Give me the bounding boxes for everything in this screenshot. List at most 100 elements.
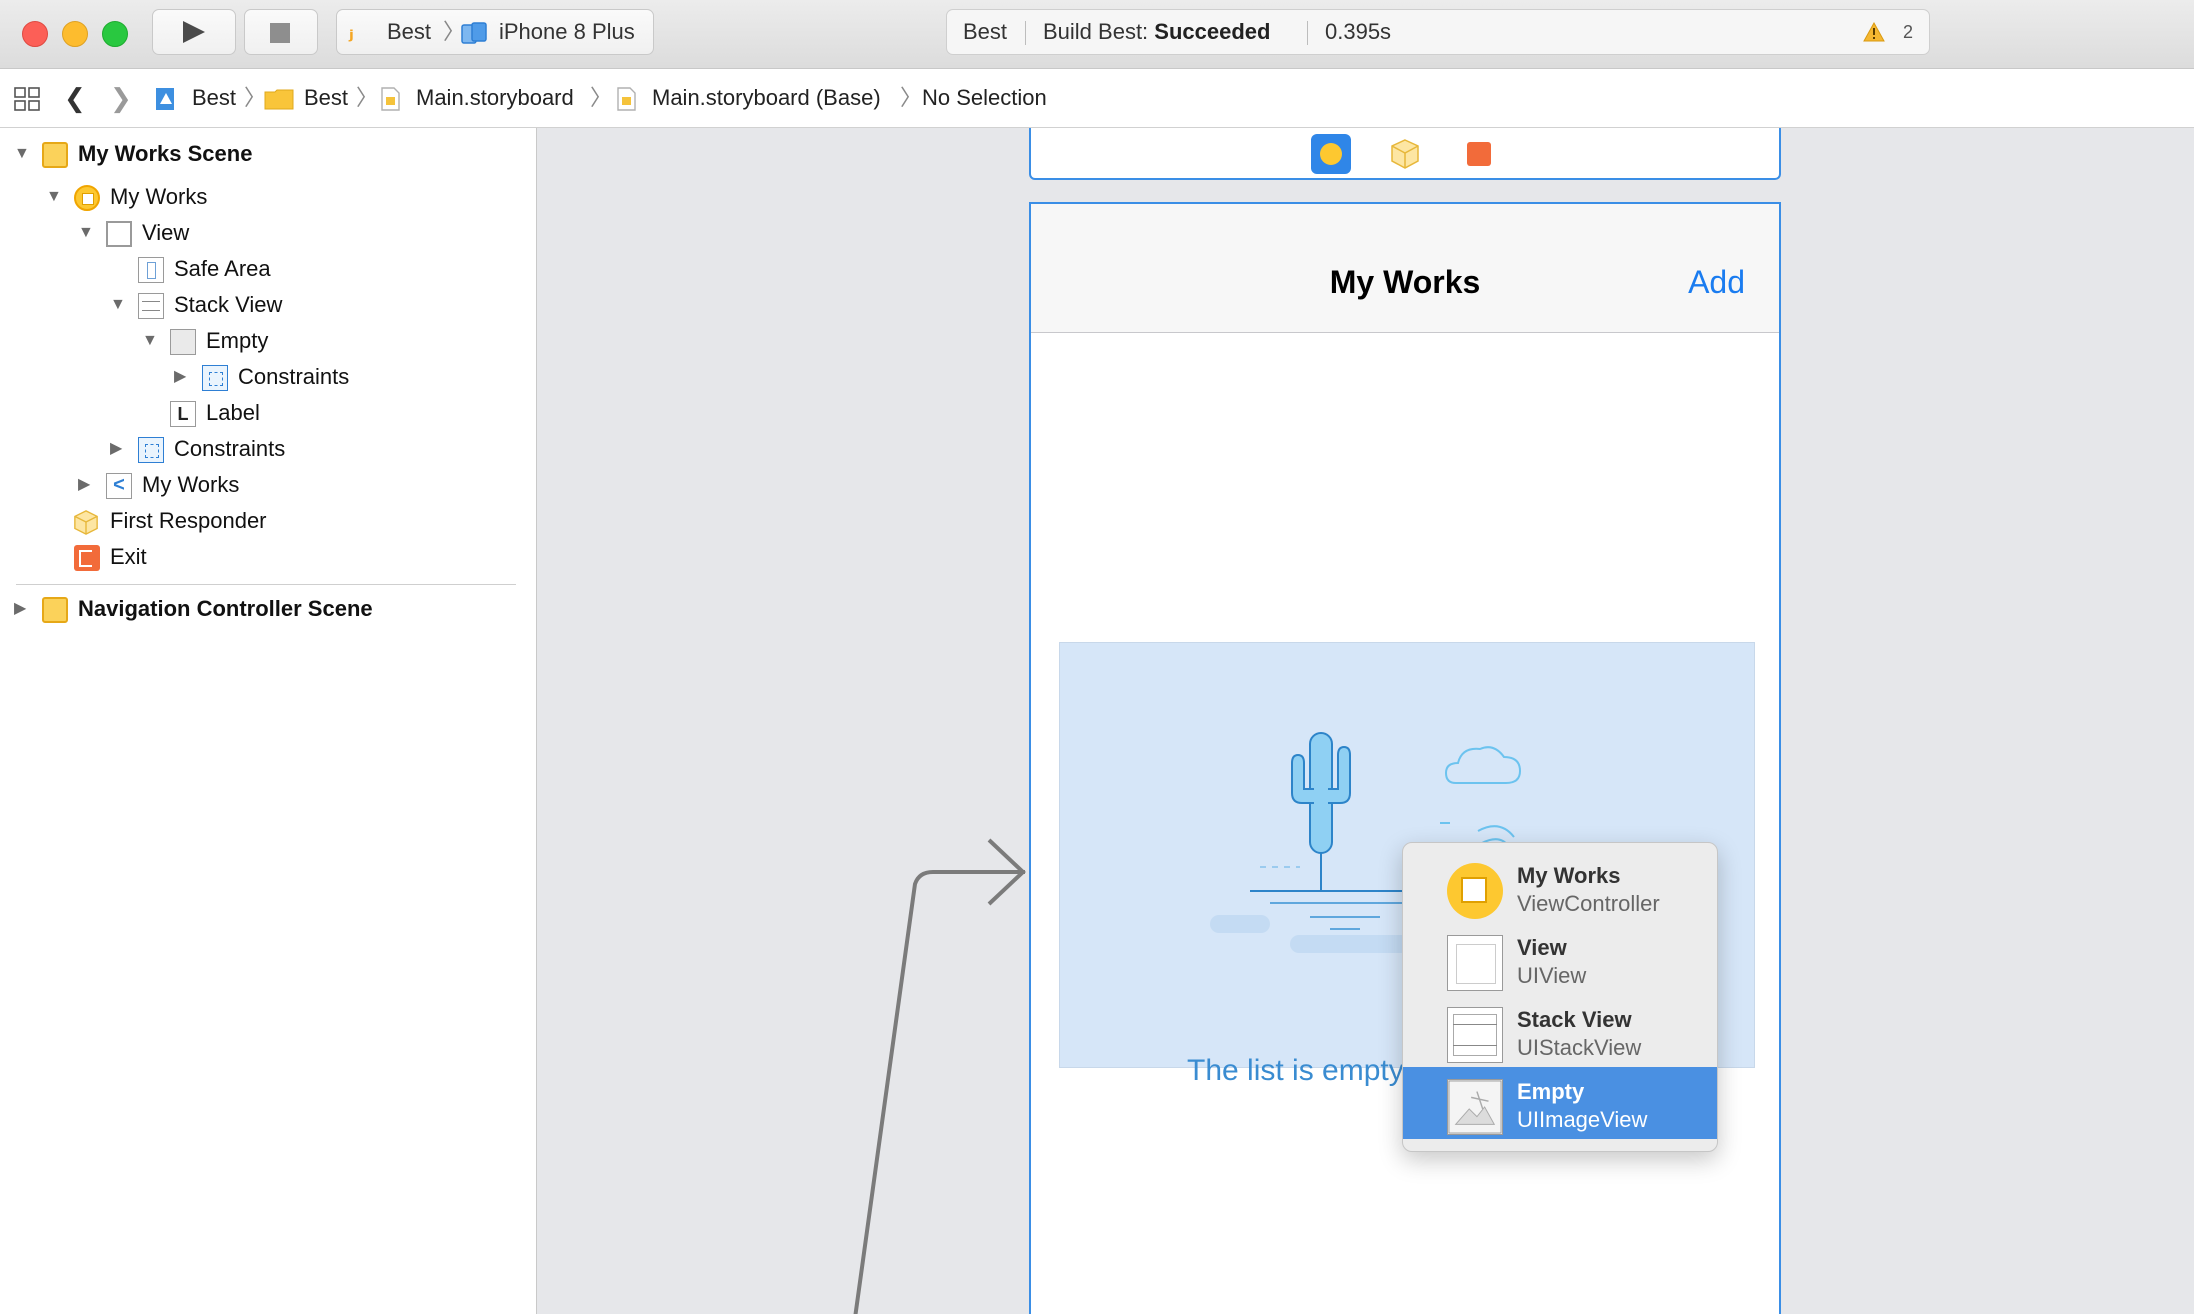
breadcrumb-selection[interactable]: No Selection <box>922 69 1047 127</box>
empty-list-label[interactable]: The list is empty <box>1187 1054 1404 1088</box>
exit-icon[interactable] <box>1459 134 1499 174</box>
disclosure-closed-icon[interactable]: ▶ <box>174 360 194 394</box>
outline-item-label: My Works Scene <box>78 141 253 166</box>
outline-item-label: My Works <box>110 184 208 209</box>
minimize-window-button[interactable] <box>62 21 88 47</box>
stop-icon <box>270 23 290 43</box>
chevron-right-icon: 〉 <box>590 85 613 110</box>
title-bar: ⱼ Best 〉 iPhone 8 Plus Best Build Best: … <box>0 0 2194 69</box>
outline-item-label: First Responder <box>110 508 267 533</box>
activity-viewer: Best Build Best: Succeeded 0.395s 2 <box>946 9 1930 55</box>
constraints-icon <box>138 437 164 463</box>
divider <box>16 584 516 585</box>
image-view-icon <box>170 329 196 355</box>
navigation-item-icon: < <box>106 473 132 499</box>
zoom-window-button[interactable] <box>102 21 128 47</box>
element-selection-popup: My Works ViewController View UIView Stac… <box>1402 842 1718 1152</box>
warning-icon[interactable] <box>1863 22 1885 42</box>
outline-item-label: Safe Area <box>174 256 271 281</box>
jump-bar: ❮ ❯ Best 〉 Best 〉 Main.storyboard 〉 Main… <box>0 69 2194 128</box>
popup-item-stack-view[interactable]: Stack View UIStackView <box>1403 995 1717 1067</box>
outline-item-label: Stack View <box>174 292 283 317</box>
divider <box>1307 21 1308 45</box>
scheme-name[interactable]: Best <box>387 10 431 54</box>
disclosure-closed-icon[interactable]: ▶ <box>110 432 130 466</box>
document-outline: ▼ My Works Scene ▼ My Works ▼ View Safe … <box>0 128 537 1314</box>
build-status-result: Succeeded <box>1154 19 1271 44</box>
view-icon <box>1447 935 1503 991</box>
first-responder-icon <box>74 510 98 535</box>
breadcrumb-folder[interactable]: Best <box>304 69 348 127</box>
scheme-selector[interactable]: ⱼ Best 〉 iPhone 8 Plus <box>336 9 654 55</box>
app-scheme-icon: ⱼ <box>349 19 354 44</box>
image-view-icon <box>1447 1079 1503 1135</box>
chevron-right-icon: 〉 <box>356 85 379 110</box>
constraints-icon <box>202 365 228 391</box>
chevron-right-icon: 〉 <box>900 85 923 110</box>
disclosure-open-icon[interactable]: ▼ <box>46 180 66 214</box>
build-time: 0.395s <box>1325 19 1392 44</box>
build-status-prefix: Build Best: <box>1043 19 1155 44</box>
scene-dock <box>1029 128 1781 180</box>
outline-item-label: Constraints <box>174 436 286 461</box>
popup-item-type: ViewController <box>1517 891 1660 916</box>
popup-item-view[interactable]: View UIView <box>1403 923 1717 995</box>
disclosure-closed-icon[interactable]: ▶ <box>14 592 34 626</box>
breadcrumb-project[interactable]: Best <box>192 69 236 127</box>
storyboard-canvas[interactable]: My Works Add The list is empty <box>537 128 2194 1314</box>
run-button[interactable] <box>152 9 236 55</box>
popup-item-type: UIImageView <box>1517 1107 1648 1132</box>
stop-button[interactable] <box>244 9 318 55</box>
device-name[interactable]: iPhone 8 Plus <box>499 10 635 54</box>
outline-item-label: Navigation Controller Scene <box>78 596 373 621</box>
device-icon <box>461 22 487 44</box>
navigation-bar: My Works Add <box>1031 204 1779 333</box>
view-controller-icon <box>74 185 100 211</box>
forward-arrow-icon[interactable]: ❯ <box>110 85 132 111</box>
outline-item-label: Empty <box>206 328 269 353</box>
first-responder-icon[interactable] <box>1385 134 1425 174</box>
nav-title: My Works <box>1329 264 1481 300</box>
scene-icon <box>42 142 68 168</box>
popup-item-name: Stack View <box>1517 1007 1632 1032</box>
popup-item-name: My Works <box>1517 863 1621 888</box>
play-icon <box>183 21 205 43</box>
disclosure-open-icon[interactable]: ▼ <box>142 324 162 358</box>
popup-item-view-controller[interactable]: My Works ViewController <box>1403 851 1717 923</box>
disclosure-open-icon[interactable]: ▼ <box>14 137 34 171</box>
view-controller-icon <box>1447 863 1503 919</box>
view-controller-icon[interactable] <box>1311 134 1351 174</box>
popup-item-type: UIStackView <box>1517 1035 1642 1060</box>
folder-icon <box>264 89 294 110</box>
view-icon <box>106 221 132 247</box>
scene-icon <box>42 597 68 623</box>
breadcrumb-storyboard[interactable]: Main.storyboard <box>416 69 574 127</box>
outline-item-label: Constraints <box>238 364 350 389</box>
disclosure-open-icon[interactable]: ▼ <box>110 288 130 322</box>
popup-item-image-view[interactable]: Empty UIImageView <box>1403 1067 1717 1139</box>
stack-view-icon <box>138 293 164 319</box>
outline-item-label: View <box>142 220 190 245</box>
add-button[interactable]: Add <box>1688 264 1745 301</box>
popup-item-type: UIView <box>1517 963 1587 988</box>
label-icon: L <box>170 401 196 427</box>
disclosure-closed-icon[interactable]: ▶ <box>78 468 98 502</box>
exit-icon <box>74 545 100 571</box>
disclosure-open-icon[interactable]: ▼ <box>78 216 98 250</box>
activity-project: Best <box>963 19 1008 44</box>
outline-item-label: Label <box>206 400 260 425</box>
build-status: Build Best: Succeeded <box>1043 10 1270 54</box>
related-items-icon[interactable] <box>14 87 40 111</box>
popup-item-name: Empty <box>1517 1079 1585 1104</box>
warning-count[interactable]: 2 <box>1903 10 1913 54</box>
divider <box>1025 21 1026 45</box>
stack-view-icon <box>1447 1007 1503 1063</box>
back-arrow-icon[interactable]: ❮ <box>64 85 86 111</box>
chevron-right-icon: 〉 <box>244 85 267 110</box>
storyboard-base-icon <box>617 87 636 111</box>
breadcrumb-storyboard-base[interactable]: Main.storyboard (Base) <box>652 69 881 127</box>
close-window-button[interactable] <box>22 21 48 47</box>
safe-area-icon <box>138 257 164 283</box>
outline-item-label: My Works <box>142 472 240 497</box>
outline-item-label: Exit <box>110 544 147 569</box>
